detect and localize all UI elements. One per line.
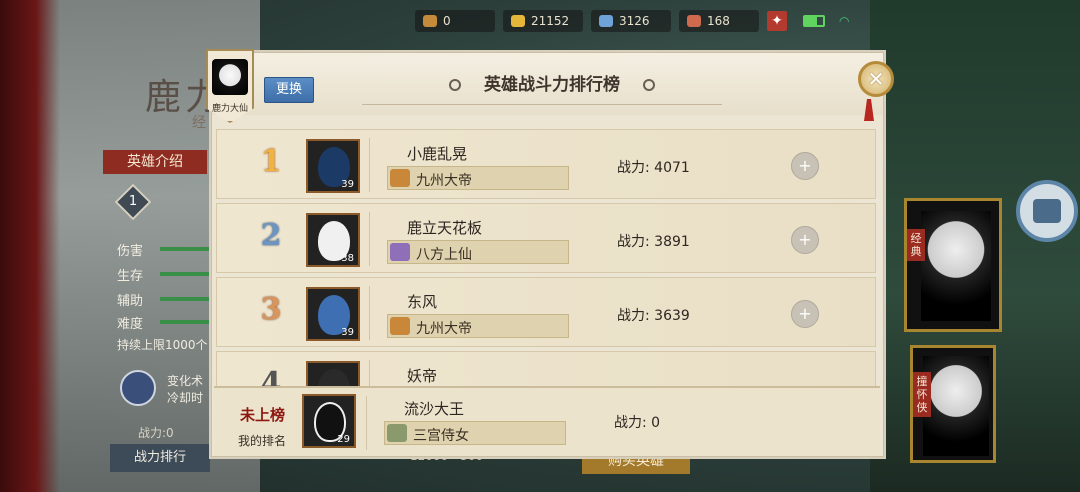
skill-text: 变化术 冷却时: [167, 374, 204, 405]
title-divider: [362, 104, 722, 105]
hero-sub-faded: 经: [192, 115, 206, 131]
stat-damage-bar: [160, 247, 212, 251]
stamina-icon: [423, 15, 437, 27]
avatar[interactable]: 38: [306, 213, 360, 267]
player-power: 战力: 3639: [617, 308, 690, 324]
player-title: 九州大帝: [387, 314, 569, 338]
player-name: 鹿立天花板: [407, 219, 483, 237]
stat-difficulty-label: 难度: [117, 317, 144, 332]
close-button[interactable]: ✕: [858, 61, 894, 97]
my-rank-label: 我的排名: [238, 434, 287, 448]
add-friend-icon[interactable]: +: [791, 300, 819, 328]
my-rank-status: 未上榜: [240, 406, 286, 424]
card-tag-alt: 撞怀侠: [913, 372, 931, 417]
card-tag-classic: 经典: [907, 229, 925, 261]
player-name: 东风: [407, 293, 438, 311]
dialog-title: 英雄战斗力排行榜: [437, 70, 667, 95]
gem-icon: [599, 15, 613, 27]
title-icon: [390, 169, 410, 187]
stat-support-bar: [160, 297, 212, 301]
power-rank-button[interactable]: 战力排行: [110, 444, 210, 472]
wifi-icon: ◠: [839, 14, 850, 28]
add-friend-icon[interactable]: +: [791, 226, 819, 254]
avatar[interactable]: 39: [306, 139, 360, 193]
limit-text: 持续上限1000个: [117, 338, 208, 352]
player-name: 妖帝: [407, 367, 438, 385]
hero-badge: 鹿力大仙: [206, 49, 254, 123]
curtain-decoration: [0, 0, 60, 492]
player-name: 流沙大王: [404, 400, 465, 418]
change-hero-button[interactable]: 更换: [264, 77, 314, 103]
add-friend-icon[interactable]: +: [791, 152, 819, 180]
player-title: 九州大帝: [387, 166, 569, 190]
player-name: 小鹿乱晃: [407, 145, 468, 163]
add-resource-button[interactable]: ✦: [767, 11, 787, 31]
ranking-row[interactable]: 1 39 小鹿乱晃 九州大帝 战力: 4071 +: [216, 129, 876, 199]
player-power: 战力: 4071: [617, 160, 690, 176]
hero-power-label: 战力:0: [138, 426, 174, 440]
title-icon: [387, 424, 407, 442]
title-icon: [390, 317, 410, 335]
rank-number: 3: [260, 292, 282, 327]
title-icon: [390, 243, 410, 261]
stat-survival-label: 生存: [117, 269, 144, 284]
avatar[interactable]: 39: [306, 287, 360, 341]
rank-number: 2: [260, 218, 282, 253]
my-ranking-row: 未上榜 我的排名 29 流沙大王 三宫侍女 战力: 0: [214, 386, 880, 456]
calculator-button[interactable]: [1016, 180, 1078, 242]
player-power: 战力: 3891: [617, 234, 690, 250]
stat-difficulty-bar: [160, 320, 212, 324]
resource-bar: 0 21152 3126 168 ✦ ◠: [415, 10, 849, 32]
stat-survival-bar: [160, 272, 212, 276]
skin-card-classic[interactable]: 经典: [904, 198, 1002, 332]
resource-stamina[interactable]: 0: [415, 10, 495, 32]
rank-number: 1: [260, 144, 282, 179]
hero-portrait: [923, 356, 989, 456]
hero-badge-name: 鹿力大仙: [211, 104, 248, 114]
calculator-icon: [1033, 199, 1061, 223]
player-title: 八方上仙: [387, 240, 569, 264]
ranking-row[interactable]: 3 39 东风 九州大帝 战力: 3639 +: [216, 277, 876, 347]
resource-gem[interactable]: 3126: [591, 10, 671, 32]
skill-icon[interactable]: [120, 370, 156, 406]
stat-support-label: 辅助: [117, 294, 144, 309]
resource-gold[interactable]: 21152: [503, 10, 583, 32]
stat-damage-label: 伤害: [117, 244, 144, 259]
avatar[interactable]: 29: [302, 394, 356, 448]
player-title: 三宫侍女: [384, 421, 566, 445]
tab-hero-intro[interactable]: 英雄介绍: [103, 150, 207, 174]
hero-badge-portrait: [212, 59, 248, 95]
ranking-row[interactable]: 2 38 鹿立天花板 八方上仙 战力: 3891 +: [216, 203, 876, 273]
ticket-icon: [687, 15, 701, 27]
battery-icon: [803, 15, 825, 27]
resource-ticket[interactable]: 168: [679, 10, 759, 32]
gold-icon: [511, 15, 525, 27]
power-rank-dialog: 鹿力大仙 更换 英雄战斗力排行榜 ✕ 1 39 小鹿乱晃 九州大帝 战力: 40…: [206, 49, 894, 457]
player-power: 战力: 0: [614, 415, 661, 431]
hero-portrait: [921, 211, 991, 321]
skin-card-alt[interactable]: 撞怀侠: [910, 345, 996, 463]
